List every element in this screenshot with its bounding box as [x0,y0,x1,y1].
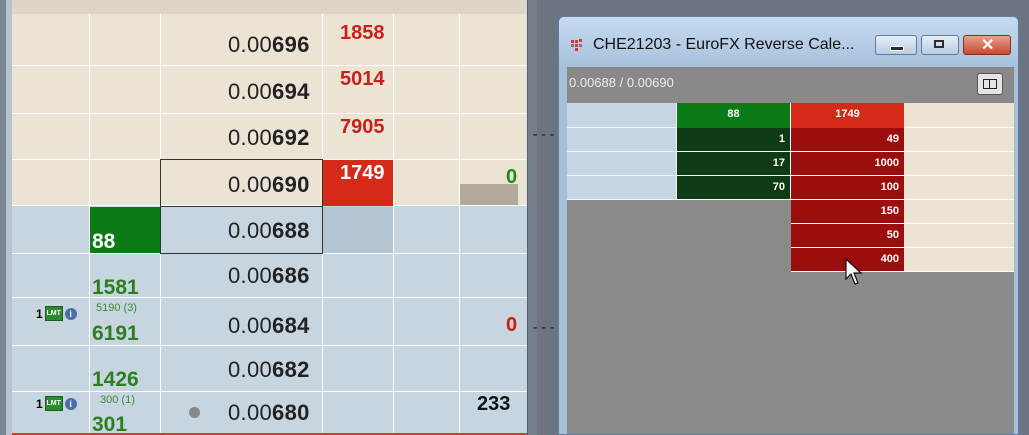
maximize-icon [934,40,944,48]
ask-qty[interactable]: 1858 [340,22,385,45]
working-order-qty: 300 (1) [100,394,135,406]
grid-cell [904,200,1014,224]
price-label: 0.00692 [228,125,310,150]
ask-qty[interactable]: 7905 [340,116,385,139]
close-icon: ✕ [981,37,995,54]
price-label: 0.00686 [228,263,310,288]
limit-order-icon[interactable]: LMT [44,306,63,321]
background-dashes: --- [531,127,557,143]
grid-cell [904,152,1014,176]
grid-cell [904,176,1014,200]
bid-qty[interactable]: 301 [92,413,127,435]
columns-toggle-button[interactable] [977,73,1003,95]
best-bid-qty[interactable]: 88 [92,230,115,254]
bid-depth-cell[interactable]: 17 [677,152,791,176]
price-label: 0.00696 [228,32,310,57]
mouse-cursor-icon [845,258,863,285]
working-order-badge[interactable]: 1 LMT i [36,306,77,321]
bid-depth-cell[interactable]: 70 [677,176,791,200]
grid-cell [567,176,677,200]
price-label: 0.00682 [228,357,310,382]
bid-qty[interactable]: 1426 [92,368,139,392]
ask-depth-cell[interactable]: 150 [791,200,904,224]
bid-header[interactable]: 88 [677,103,791,128]
working-order-qty: 5190 (3) [96,302,137,314]
ask-qty[interactable]: 5014 [340,68,385,91]
grid-cell [567,103,677,128]
order-dot-icon [189,407,200,418]
price-label: 0.00690 [228,172,310,197]
ask-header[interactable]: 1749 [791,103,904,128]
order-count: 1 [36,396,43,411]
window-divider[interactable] [527,0,537,435]
working-order-badge[interactable]: 1 LMT i [36,396,77,411]
close-button[interactable]: ✕ [963,35,1011,55]
window-title: CHE21203 - EuroFX Reverse Cale... [593,36,855,53]
bid-qty[interactable]: 1581 [92,276,139,300]
ask-depth-cell[interactable]: 1000 [791,152,904,176]
ask-depth-cell[interactable]: 50 [791,224,904,248]
grid-cell [904,248,1014,272]
price-label: 0.00688 [228,218,310,243]
minimize-button[interactable] [875,35,917,55]
order-count: 1 [36,306,43,321]
background-dashes: --- [531,320,557,336]
bid-depth-cell[interactable]: 1 [677,128,791,152]
price-label: 0.00694 [228,79,310,104]
grid-cell [904,224,1014,248]
price-label: 0.00684 [228,313,310,338]
pnl-value: 233 [477,393,511,415]
bid-qty[interactable]: 6191 [92,322,139,346]
maximize-button[interactable] [921,35,959,55]
ladder-left-frame [0,0,12,435]
limit-order-icon[interactable]: LMT [44,396,63,411]
app-icon [571,39,582,51]
info-icon[interactable]: i [64,397,77,410]
best-ask-qty[interactable]: 1749 [340,162,385,185]
ask-depth-cell[interactable]: 100 [791,176,904,200]
pnl-value: 0 [506,314,518,336]
window-titlebar[interactable]: CHE21203 - EuroFX Reverse Cale... ✕ [559,17,1018,67]
ladder-header-strip [0,0,527,15]
bid-ask-label: 0.00688 / 0.00690 [569,75,674,90]
minimize-icon [890,46,904,51]
grid-cell [904,128,1014,152]
ask-empty-highlight [323,207,393,253]
depth-grid: 88 1749 1 49 17 1000 70 100 150 50 400 [567,103,1014,434]
info-icon[interactable]: i [64,307,77,320]
grid-cell [567,152,677,176]
grid-cell [904,103,1014,128]
ask-depth-cell[interactable]: 49 [791,128,904,152]
pnl-value: 0 [506,166,518,188]
calendar-spread-window[interactable]: CHE21203 - EuroFX Reverse Cale... ✕ 0.00… [558,16,1019,435]
grid-cell [567,128,677,152]
price-label: 0.00680 [228,400,310,425]
price-ladder: 0.00696 0.00694 0.00692 0.00690 0.00688 … [0,0,527,435]
